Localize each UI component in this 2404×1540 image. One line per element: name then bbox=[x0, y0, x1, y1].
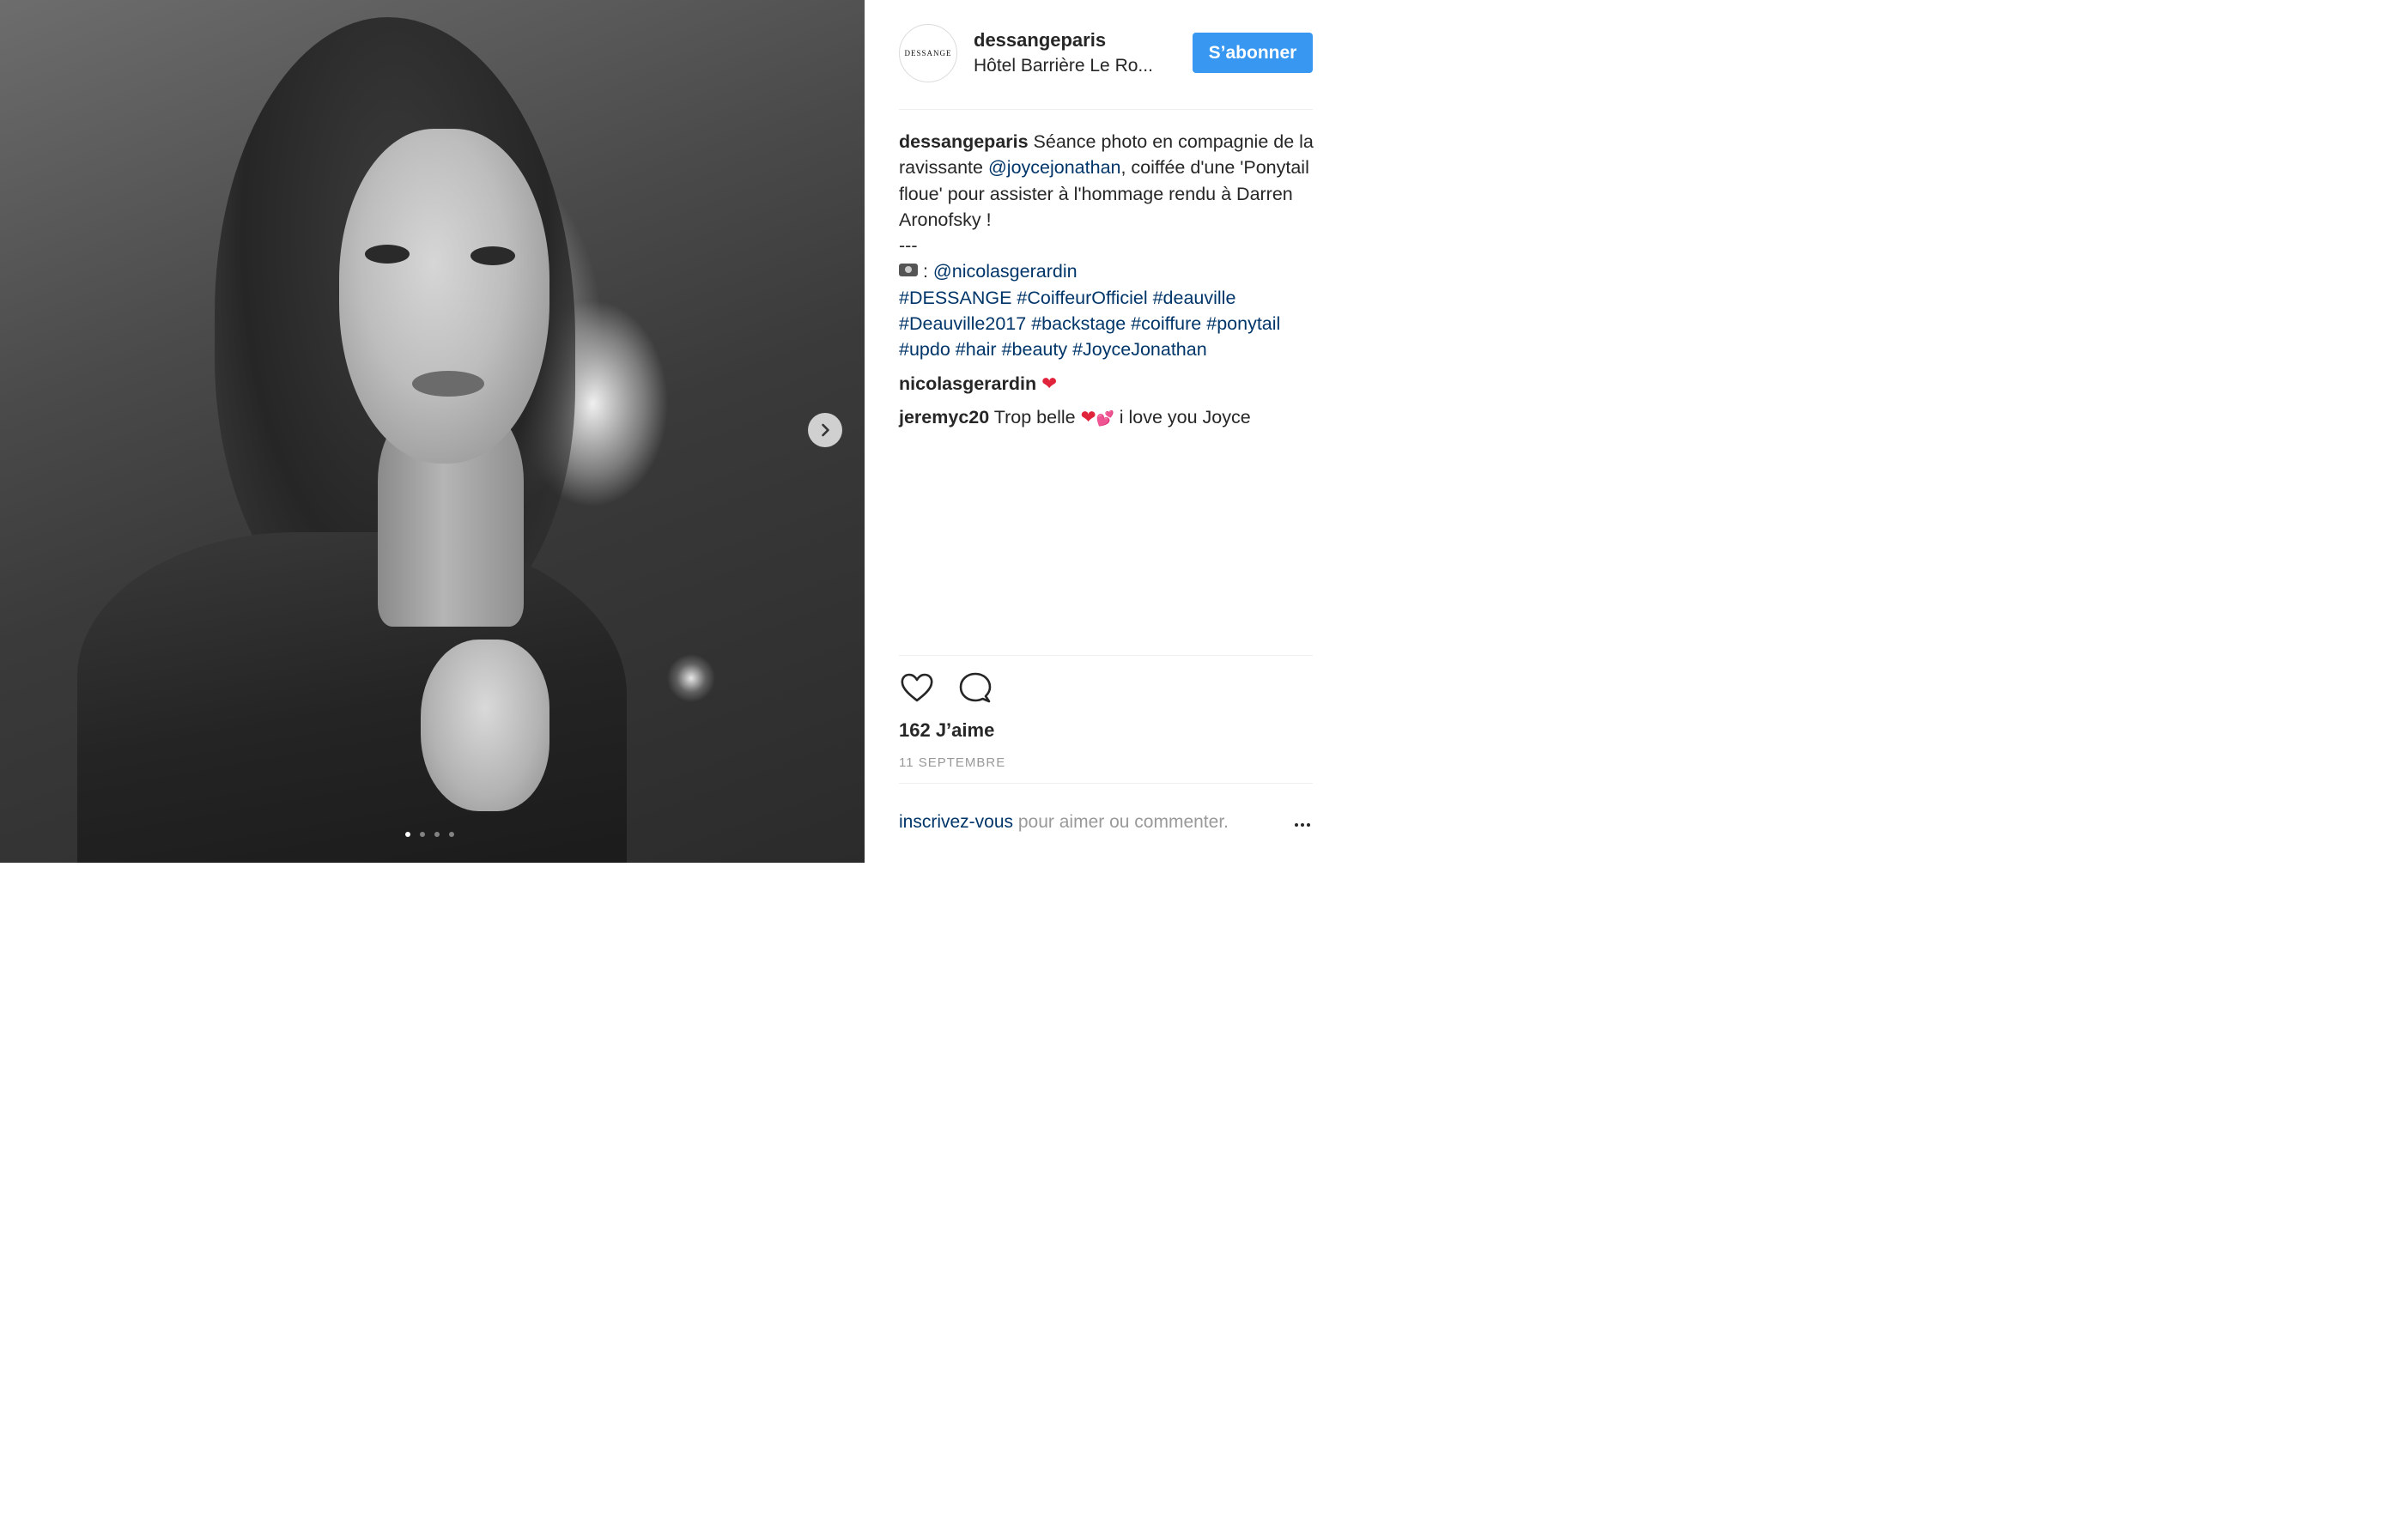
comment-button[interactable] bbox=[957, 670, 993, 706]
heart-emoji: ❤ bbox=[1041, 373, 1058, 394]
photo-eye-left bbox=[365, 245, 410, 264]
follow-button[interactable]: S’abonner bbox=[1193, 33, 1313, 73]
comment-item: jeremyc20 Trop belle ❤💕 i love you Joyce bbox=[899, 404, 1315, 432]
carousel-next-button[interactable] bbox=[808, 413, 842, 447]
comment-text: i love you Joyce bbox=[1114, 406, 1251, 427]
comment-icon bbox=[959, 672, 992, 703]
carousel-dot bbox=[420, 832, 425, 837]
like-count[interactable]: 162 J’aime bbox=[899, 719, 994, 742]
hashtag-link[interactable]: #backstage bbox=[1031, 313, 1126, 334]
comment-username[interactable]: jeremyc20 bbox=[899, 407, 989, 427]
caption-username[interactable]: dessangeparis bbox=[899, 131, 1029, 152]
carousel-indicator bbox=[405, 832, 454, 837]
hashtag-link[interactable]: #DESSANGE bbox=[899, 288, 1011, 308]
heart-emoji: ❤ bbox=[1080, 406, 1096, 427]
divider bbox=[899, 783, 1313, 784]
more-icon bbox=[1295, 823, 1298, 827]
header-username[interactable]: dessangeparis bbox=[974, 29, 1106, 52]
hashtag-link[interactable]: #updo bbox=[899, 339, 950, 360]
comments-list: dessangeparis Séance photo en compagnie … bbox=[899, 129, 1315, 432]
signup-prompt: inscrivez-vous pour aimer ou commenter. bbox=[899, 812, 1229, 833]
hashtag-link[interactable]: #CoiffeurOfficiel bbox=[1017, 288, 1147, 308]
signup-link[interactable]: inscrivez-vous bbox=[899, 812, 1013, 832]
caption-text: : bbox=[918, 261, 933, 282]
carousel-dot bbox=[405, 832, 410, 837]
avatar[interactable]: DESSANGE bbox=[899, 24, 957, 82]
photo-hand bbox=[421, 640, 549, 811]
camera-emoji-icon bbox=[899, 264, 918, 277]
hashtag-link[interactable]: #coiffure bbox=[1131, 313, 1201, 334]
photo-face bbox=[339, 129, 549, 464]
mention-link[interactable]: @joycejonathan bbox=[988, 157, 1121, 178]
carousel-dot bbox=[449, 832, 454, 837]
more-icon-dot bbox=[1307, 823, 1310, 827]
hashtag-link[interactable]: #ponytail bbox=[1206, 313, 1280, 334]
mention-link[interactable]: @nicolasgerardin bbox=[933, 261, 1078, 282]
divider bbox=[899, 655, 1313, 656]
post-photo[interactable] bbox=[0, 0, 865, 863]
hashtag-link[interactable]: #Deauville2017 bbox=[899, 313, 1026, 334]
chevron-right-icon bbox=[822, 423, 829, 437]
comment-item: nicolasgerardin ❤ bbox=[899, 371, 1315, 397]
hashtag-link[interactable]: #hair bbox=[956, 339, 997, 360]
post-dialog: DESSANGE dessangeparis Hôtel Barrière Le… bbox=[0, 0, 1329, 863]
carousel-dot bbox=[434, 832, 440, 837]
comment-username[interactable]: nicolasgerardin bbox=[899, 373, 1036, 394]
post-header: DESSANGE dessangeparis Hôtel Barrière Le… bbox=[899, 24, 1314, 84]
photo-lips bbox=[412, 371, 484, 397]
hashtag-link[interactable]: #deauville bbox=[1153, 288, 1236, 308]
like-button[interactable] bbox=[899, 670, 935, 706]
hashtag-link[interactable]: #beauty bbox=[1002, 339, 1068, 360]
two-hearts-emoji: 💕 bbox=[1096, 409, 1114, 427]
comment-text: Trop belle bbox=[989, 406, 1081, 427]
signup-text: pour aimer ou commenter. bbox=[1013, 812, 1229, 832]
post-actions bbox=[899, 670, 993, 707]
caption-separator: --- bbox=[899, 235, 918, 257]
more-icon-dot bbox=[1301, 823, 1304, 827]
heart-icon bbox=[901, 673, 933, 702]
post-side-panel: DESSANGE dessangeparis Hôtel Barrière Le… bbox=[865, 0, 1329, 863]
header-location[interactable]: Hôtel Barrière Le Ro... bbox=[974, 56, 1167, 76]
more-options-button[interactable] bbox=[1290, 816, 1314, 834]
caption: dessangeparis Séance photo en compagnie … bbox=[899, 129, 1315, 363]
photo-eye-right bbox=[470, 246, 515, 265]
post-date[interactable]: 11 SEPTEMBRE bbox=[899, 755, 1005, 770]
hashtag-link[interactable]: #JoyceJonathan bbox=[1072, 339, 1207, 360]
divider bbox=[899, 109, 1313, 110]
avatar-logo-text: DESSANGE bbox=[904, 49, 952, 58]
